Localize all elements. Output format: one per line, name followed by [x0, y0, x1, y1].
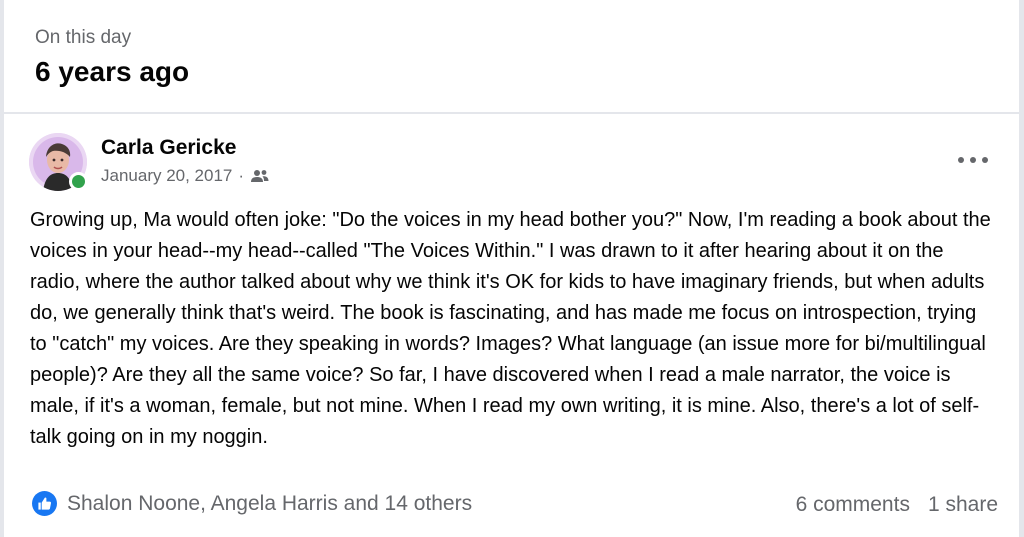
- more-options-button[interactable]: [958, 150, 988, 170]
- author-name-link[interactable]: Carla Gericke: [101, 136, 236, 160]
- memory-label: On this day: [35, 27, 132, 48]
- post-meta: January 20, 2017 ·: [101, 166, 270, 186]
- shares-count-link[interactable]: 1 share: [928, 493, 998, 517]
- post-date-link[interactable]: January 20, 2017: [101, 166, 232, 186]
- more-dot-icon: [958, 157, 964, 163]
- more-dot-icon: [970, 157, 976, 163]
- engagement-stats: 6 comments 1 share: [796, 493, 998, 517]
- post-body-text: Growing up, Ma would often joke: "Do the…: [30, 209, 991, 448]
- meta-separator: ·: [238, 166, 245, 185]
- header-divider: [4, 112, 1019, 114]
- comments-count-link[interactable]: 6 comments: [796, 493, 910, 517]
- reactions-summary[interactable]: Shalon Noone, Angela Harris and 14 other…: [32, 491, 472, 516]
- more-dot-icon: [982, 157, 988, 163]
- online-status-indicator: [69, 172, 88, 191]
- right-edge-divider: [1019, 0, 1024, 537]
- like-icon: [32, 491, 57, 516]
- reactions-names: Shalon Noone, Angela Harris and 14 other…: [67, 491, 473, 515]
- author-avatar[interactable]: [29, 133, 88, 191]
- friends-icon[interactable]: [250, 168, 270, 184]
- memory-header: On this day 6 years ago: [4, 0, 1019, 112]
- memory-title: 6 years ago: [35, 56, 190, 87]
